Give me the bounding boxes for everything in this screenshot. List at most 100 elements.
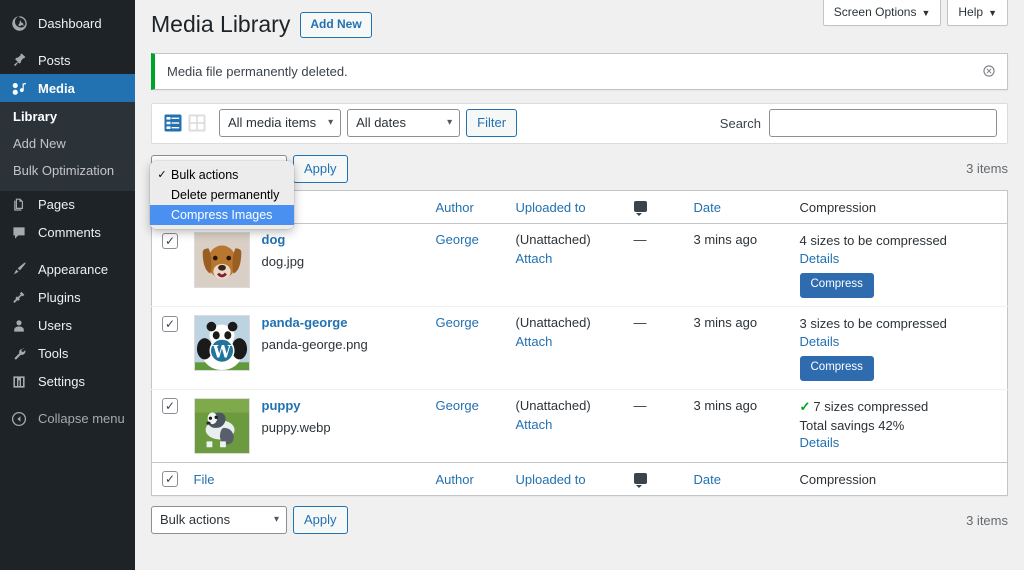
media-type-filter-value: All media items: [219, 109, 342, 138]
sidebar-item-label: Comments: [38, 225, 101, 241]
menu-option-compress-images[interactable]: Compress Images: [150, 205, 294, 225]
attach-link[interactable]: Attach: [516, 334, 614, 349]
sidebar-item-users[interactable]: Users: [0, 312, 135, 340]
compression-details-link[interactable]: Details: [800, 251, 840, 266]
row-date-cell: 3 mins ago: [693, 397, 758, 413]
collapse-arrow-icon: [9, 409, 29, 429]
comments-icon: [9, 223, 29, 243]
screen-meta-links: Screen Options ▼ Help ▼: [822, 0, 1008, 27]
row-checkbox[interactable]: ✓: [162, 233, 178, 250]
bulk-actions-value-bottom: Bulk actions: [151, 506, 287, 535]
uploaded-to-value: (Unattached): [515, 315, 591, 331]
compress-button[interactable]: Compress: [799, 273, 874, 299]
add-new-button[interactable]: Add New: [300, 12, 372, 38]
author-link[interactable]: George: [436, 232, 479, 247]
column-footer-date[interactable]: Date: [683, 461, 790, 496]
menu-option-label: Delete permanently: [171, 187, 280, 202]
date-filter[interactable]: All dates ▾: [347, 109, 461, 138]
row-compression-cell: ✓ 7 sizes compressed Total savings 42% De…: [790, 389, 1008, 462]
wp-admin-screen: Dashboard Posts Media Library Add New Bu…: [0, 0, 1024, 570]
panda-thumbnail[interactable]: W: [193, 315, 250, 372]
row-file-cell: puppy puppy.webp: [184, 389, 426, 462]
column-footer-uploaded-to[interactable]: Uploaded to: [505, 461, 624, 496]
attach-link[interactable]: Attach: [516, 417, 614, 432]
compression-details-link[interactable]: Details: [800, 334, 840, 349]
file-title-link[interactable]: panda-george: [262, 315, 368, 332]
menu-option-bulk-actions[interactable]: ✓ Bulk actions: [150, 165, 294, 185]
page-title: Media Library: [151, 11, 291, 37]
column-footer-author[interactable]: Author: [425, 461, 506, 496]
column-header-uploaded-to[interactable]: Uploaded to: [505, 190, 624, 225]
submenu-item-bulk-optimization[interactable]: Bulk Optimization: [0, 158, 135, 185]
sidebar-item-media[interactable]: Media: [0, 74, 135, 102]
column-footer-comments[interactable]: [623, 461, 684, 496]
table-toolbar: All media items ▾ All dates ▾ Filter Sea…: [151, 102, 1008, 144]
sidebar-item-appearance[interactable]: Appearance: [0, 256, 135, 284]
sidebar-item-settings[interactable]: Settings: [0, 368, 135, 396]
search-area: Search: [719, 109, 997, 138]
submenu-item-add-new[interactable]: Add New: [0, 131, 135, 158]
media-type-filter[interactable]: All media items ▾: [219, 109, 342, 138]
search-input[interactable]: [769, 109, 997, 138]
sidebar-divider: [0, 396, 135, 405]
filter-button[interactable]: Filter: [466, 109, 518, 138]
row-comments-cell: —: [623, 223, 684, 308]
settings-icon: [9, 372, 29, 392]
plug-icon: [9, 288, 29, 308]
dashboard-icon: [9, 13, 29, 33]
screen-options-label: Screen Options: [833, 5, 917, 19]
sidebar-item-pages[interactable]: Pages: [0, 191, 135, 219]
help-label: Help: [958, 5, 984, 19]
row-checkbox[interactable]: ✓: [162, 398, 178, 415]
sidebar-item-label: Appearance: [38, 262, 109, 278]
sidebar-item-dashboard[interactable]: Dashboard: [0, 9, 135, 37]
row-select-cell: ✓: [152, 389, 184, 462]
sidebar-item-label: Tools: [38, 346, 69, 362]
screen-options-button[interactable]: Screen Options ▼: [822, 0, 942, 27]
list-view-icon[interactable]: [162, 113, 183, 134]
column-header-comments[interactable]: [623, 190, 684, 225]
bulk-actions-select-bottom[interactable]: Bulk actions ▾: [151, 506, 287, 535]
column-footer-file[interactable]: File: [183, 461, 426, 496]
comment-bubble-icon: [633, 472, 647, 488]
uploaded-to-value: (Unattached): [515, 232, 591, 248]
bulk-actions-dropdown-menu[interactable]: ✓ Bulk actions Delete permanently Compre…: [150, 161, 294, 229]
table-footer-row: ✓ File Author Uploaded to Date Compressi…: [151, 461, 1008, 496]
sidebar-item-plugins[interactable]: Plugins: [0, 284, 135, 312]
file-title-link[interactable]: dog: [262, 232, 305, 249]
column-header-author[interactable]: Author: [425, 190, 506, 225]
chevron-down-icon: ▼: [988, 8, 997, 18]
collapse-menu-button[interactable]: Collapse menu: [0, 405, 135, 433]
uploaded-to-value: (Unattached): [515, 397, 591, 413]
dog-thumbnail[interactable]: [193, 232, 250, 289]
grid-view-icon[interactable]: [186, 113, 207, 134]
user-icon: [9, 316, 29, 336]
apply-button-top[interactable]: Apply: [293, 154, 348, 183]
sidebar-item-comments[interactable]: Comments: [0, 219, 135, 247]
menu-option-label: Compress Images: [171, 207, 273, 222]
row-author-cell: George: [425, 223, 506, 308]
row-uploaded-cell: (Unattached) Attach: [505, 223, 624, 308]
apply-button-bottom[interactable]: Apply: [293, 506, 348, 535]
compress-button[interactable]: Compress: [799, 355, 874, 381]
menu-option-delete-permanently[interactable]: Delete permanently: [150, 185, 294, 205]
main-content: Screen Options ▼ Help ▼ Media Library Add …: [135, 0, 1024, 570]
puppy-thumbnail[interactable]: [193, 397, 250, 454]
file-title-link[interactable]: puppy: [262, 398, 331, 415]
checkmark-icon: ✓: [157, 168, 167, 181]
attach-link[interactable]: Attach: [516, 251, 614, 266]
sidebar-item-label: Plugins: [38, 290, 81, 306]
sidebar-item-posts[interactable]: Posts: [0, 46, 135, 74]
column-header-date[interactable]: Date: [683, 190, 790, 225]
column-footer-compression: Compression: [789, 461, 1008, 496]
author-link[interactable]: George: [436, 315, 479, 330]
submenu-item-library[interactable]: Library: [0, 104, 135, 131]
search-label: Search: [719, 115, 761, 131]
author-link[interactable]: George: [436, 398, 479, 413]
close-circle-icon[interactable]: [977, 59, 1001, 83]
compression-details-link[interactable]: Details: [800, 435, 840, 450]
select-all-checkbox-bottom[interactable]: ✓: [162, 471, 178, 488]
sidebar-item-tools[interactable]: Tools: [0, 340, 135, 368]
help-button[interactable]: Help ▼: [947, 0, 1008, 27]
row-checkbox[interactable]: ✓: [162, 315, 178, 332]
